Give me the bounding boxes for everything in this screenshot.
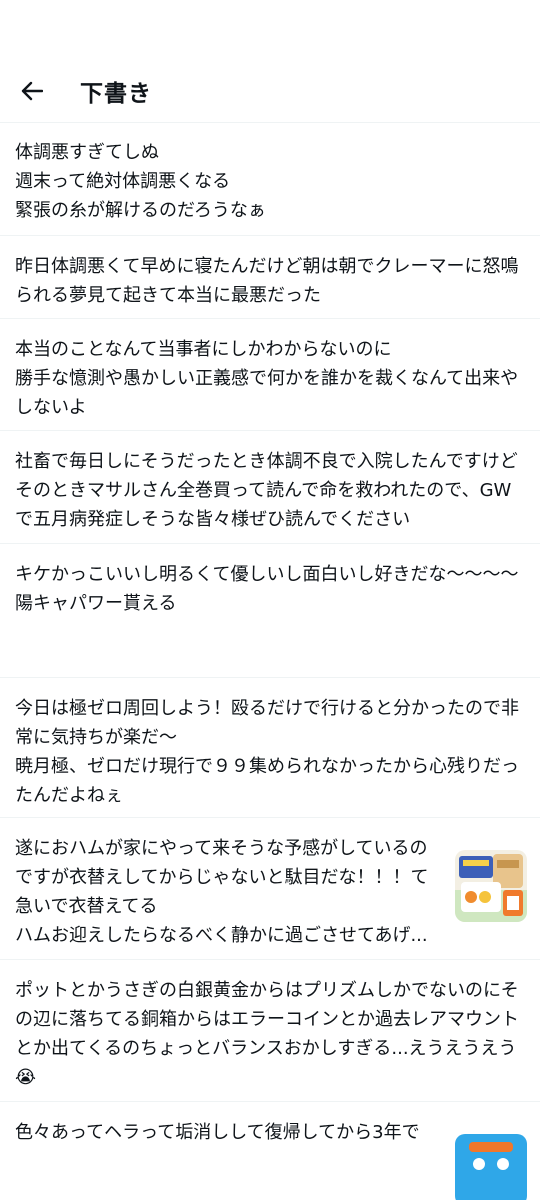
draft-text: 遂におハムが家にやって来そうな予感がしているのですが衣替えしてからじゃないと駄目…	[15, 838, 429, 946]
back-button[interactable]	[18, 77, 46, 105]
draft-item[interactable]: 色々あってヘラって垢消しして復帰してから3年で	[0, 1102, 540, 1200]
draft-text: 社畜で毎日しにそうだったとき体調不良で入院したんですけどそのときマサルさん全巻買…	[15, 451, 518, 530]
draft-text: キケかっこいいし明るくて優しいし面白いし好きだな〜〜〜〜陽キャパワー貰える	[15, 564, 519, 614]
draft-thumbnail-image	[455, 1134, 527, 1200]
draft-text: 本当のことなんて当事者にしかわからないのに 勝手な憶測や愚かしい正義感で何かを誰…	[15, 339, 519, 418]
draft-text: ポットとかうさぎの白銀黄金からはプリズムしかでないのにその辺に落ちてる銅箱からは…	[15, 980, 519, 1088]
draft-item[interactable]: 体調悪すぎてしぬ 週末って絶対体調悪くなる 緊張の糸が解けるのだろうなぁ	[0, 122, 540, 236]
draft-text: 昨日体調悪くて早めに寝たんだけど朝は朝でクレーマーに怒鳴られる夢見て起きて本当に…	[15, 256, 519, 306]
draft-thumbnail-image	[455, 850, 527, 922]
draft-item[interactable]: 遂におハムが家にやって来そうな予感がしているのですが衣替えしてからじゃないと駄目…	[0, 818, 540, 960]
draft-list: 体調悪すぎてしぬ 週末って絶対体調悪くなる 緊張の糸が解けるのだろうなぁ 昨日体…	[0, 122, 540, 1200]
draft-text: 色々あってヘラって垢消しして復帰してから3年で	[15, 1122, 420, 1143]
draft-item[interactable]: 昨日体調悪くて早めに寝たんだけど朝は朝でクレーマーに怒鳴られる夢見て起きて本当に…	[0, 236, 540, 319]
draft-text: 今日は極ゼロ周回しよう！殴るだけで行けると分かったので非常に気持ちが楽だ〜 暁月…	[15, 698, 519, 806]
draft-item[interactable]: ポットとかうさぎの白銀黄金からはプリズムしかでないのにその辺に落ちてる銅箱からは…	[0, 960, 540, 1102]
drafts-screen: 下書き 体調悪すぎてしぬ 週末って絶対体調悪くなる 緊張の糸が解けるのだろうなぁ…	[0, 0, 540, 1200]
top-app-bar: 下書き	[0, 60, 540, 123]
draft-item[interactable]: キケかっこいいし明るくて優しいし面白いし好きだな〜〜〜〜陽キャパワー貰える	[0, 544, 540, 678]
draft-item[interactable]: 社畜で毎日しにそうだったとき体調不良で入院したんですけどそのときマサルさん全巻買…	[0, 431, 540, 544]
draft-item[interactable]: 今日は極ゼロ周回しよう！殴るだけで行けると分かったので非常に気持ちが楽だ〜 暁月…	[0, 678, 540, 818]
page-title: 下書き	[80, 81, 152, 107]
draft-text: 体調悪すぎてしぬ 週末って絶対体調悪くなる 緊張の糸が解けるのだろうなぁ	[15, 142, 266, 221]
draft-item[interactable]: 本当のことなんて当事者にしかわからないのに 勝手な憶測や愚かしい正義感で何かを誰…	[0, 319, 540, 431]
arrow-left-icon	[21, 81, 43, 101]
